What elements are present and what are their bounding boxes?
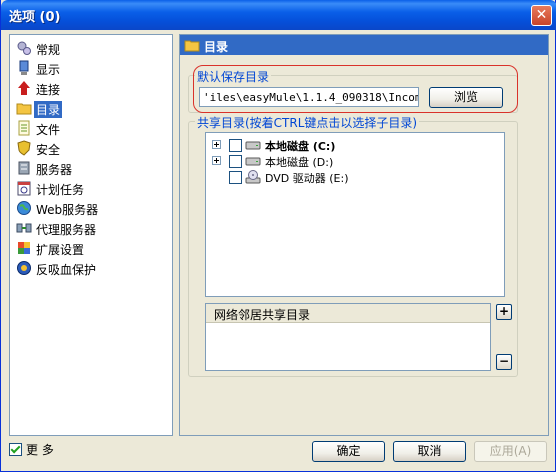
globe-icon xyxy=(17,201,31,215)
options-dialog: 选项 (0) ✕ 常规 显示 连接 目录 文件 安全 服务器 计划任务 Web服… xyxy=(0,0,556,472)
drive-icon xyxy=(245,157,261,166)
shield-icon xyxy=(17,140,31,156)
expand-icon[interactable] xyxy=(212,140,221,149)
server-icon xyxy=(18,161,30,175)
ok-button[interactable]: 确定 xyxy=(312,441,385,462)
tree-item-label: 本地磁盘 (C:) xyxy=(265,140,336,153)
tree-row[interactable]: 本地磁盘 (D:) xyxy=(212,153,492,169)
tree-checkbox[interactable] xyxy=(229,171,242,184)
sidebar-item-proxy[interactable]: 代理服务器 xyxy=(14,219,168,238)
folder-icon xyxy=(16,103,32,115)
extension-icon xyxy=(18,242,30,254)
tree-item-label: 本地磁盘 (D:) xyxy=(265,156,334,169)
sidebar-item-connection[interactable]: 连接 xyxy=(14,79,168,98)
close-button[interactable]: ✕ xyxy=(531,5,552,26)
sidebar-item-security[interactable]: 安全 xyxy=(14,139,168,158)
plus-icon: + xyxy=(498,304,510,318)
apply-button[interactable]: 应用(A) xyxy=(474,441,547,462)
sidebar-item-anti-leech[interactable]: 反吸血保护 xyxy=(14,259,168,278)
dvd-drive-icon xyxy=(245,170,261,184)
minus-icon: − xyxy=(498,354,510,368)
calendar-icon xyxy=(17,181,31,196)
tree-row[interactable]: 本地磁盘 (C:) xyxy=(212,137,492,153)
tree-item-label: DVD 驱动器 (E:) xyxy=(265,172,349,185)
sidebar-item-directory[interactable]: 目录 xyxy=(14,99,168,118)
cancel-button[interactable]: 取消 xyxy=(393,441,466,462)
sidebar-nav: 常规 显示 连接 目录 文件 安全 服务器 计划任务 Web服务器 代理服务器 … xyxy=(9,34,173,436)
shared-directory-tree[interactable]: 本地磁盘 (C:) 本地磁盘 (D:) DVD 驱动器 (E:) xyxy=(205,132,505,297)
window-title: 选项 (0) xyxy=(9,10,61,25)
sidebar-item-extensions[interactable]: 扩展设置 xyxy=(14,239,168,258)
expand-icon[interactable] xyxy=(212,156,221,165)
sidebar-item-server[interactable]: 服务器 xyxy=(14,159,168,178)
connection-icon xyxy=(18,81,30,95)
display-icon xyxy=(19,60,29,75)
settings-panel: 目录 默认保存目录 'iles\easyMule\1.1.4_090318\In… xyxy=(179,34,549,436)
shared-directory-group: 共享目录(按着CTRL键点击以选择子目录) 本地磁盘 (C:) 本地磁盘 (D:… xyxy=(188,114,518,377)
close-icon: ✕ xyxy=(535,7,548,23)
add-share-button[interactable]: + xyxy=(496,304,512,320)
sidebar-item-general[interactable]: 常规 xyxy=(14,39,168,58)
remove-share-button[interactable]: − xyxy=(496,354,512,370)
folder-icon xyxy=(184,40,200,52)
network-share-list[interactable]: 网络邻居共享目录 xyxy=(205,303,491,371)
sidebar-item-web-server[interactable]: Web服务器 xyxy=(14,199,168,218)
proxy-icon xyxy=(16,223,32,233)
sidebar-item-file[interactable]: 文件 xyxy=(14,119,168,138)
tree-row[interactable]: DVD 驱动器 (E:) xyxy=(212,169,492,185)
tree-checkbox[interactable] xyxy=(229,155,242,168)
annotation-highlight xyxy=(193,65,518,113)
shared-directory-legend: 共享目录(按着CTRL键点击以选择子目录) xyxy=(195,114,420,131)
tree-checkbox[interactable] xyxy=(229,139,242,152)
network-share-header: 网络邻居共享目录 xyxy=(206,304,490,323)
sidebar-item-scheduler[interactable]: 计划任务 xyxy=(14,179,168,198)
gears-icon xyxy=(17,41,31,55)
more-label: 更 多 xyxy=(26,443,54,457)
file-icon xyxy=(18,120,30,136)
drive-icon xyxy=(245,141,261,150)
sidebar-item-display[interactable]: 显示 xyxy=(14,59,168,78)
panel-header: 目录 xyxy=(180,35,548,55)
panel-title: 目录 xyxy=(204,40,229,54)
title-bar[interactable]: 选项 (0) ✕ xyxy=(1,0,556,30)
more-checkbox[interactable] xyxy=(9,443,22,456)
protect-icon xyxy=(17,261,31,275)
